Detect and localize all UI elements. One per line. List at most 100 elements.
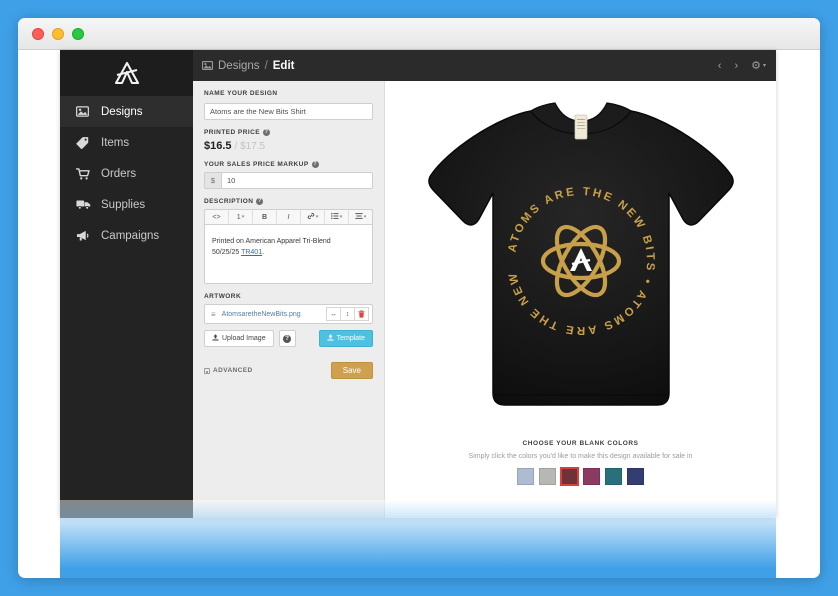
download-template-button[interactable]: Template bbox=[318, 330, 373, 347]
sidebar-item-supplies[interactable]: Supplies bbox=[60, 189, 193, 220]
description-prefix: 50/25/25 bbox=[212, 248, 242, 256]
editor-heading-button[interactable]: 1 ▾ bbox=[229, 210, 253, 224]
artwork-file-name[interactable]: AtomsaretheNewBits.png bbox=[222, 311, 327, 318]
advanced-row: ADVANCED Save bbox=[204, 362, 373, 379]
delete-icon[interactable] bbox=[354, 307, 369, 321]
markup-input[interactable] bbox=[221, 172, 373, 189]
swatch-light-blue[interactable] bbox=[517, 468, 534, 485]
content-area: NAME YOUR DESIGN PRINTED PRICE ? $16.5 /… bbox=[193, 81, 776, 518]
breadcrumb-parent[interactable]: Designs bbox=[218, 60, 260, 72]
black-tshirt-front: ATOMS ARE THE NEW BITS • ATOMS ARE THE N… bbox=[401, 93, 734, 406]
swatch-teal[interactable] bbox=[605, 468, 622, 485]
window-maximize-button[interactable] bbox=[72, 27, 84, 40]
artwork-label: ARTWORK bbox=[204, 293, 242, 300]
markup-input-group: $ bbox=[204, 172, 373, 189]
tag-icon bbox=[76, 136, 92, 150]
swatch-grey[interactable] bbox=[539, 468, 556, 485]
list-icon bbox=[330, 212, 339, 222]
fit-height-icon[interactable]: ↕ bbox=[340, 307, 355, 321]
window-titlebar bbox=[18, 18, 820, 50]
save-button[interactable]: Save bbox=[330, 362, 373, 379]
description-link[interactable]: TR401 bbox=[241, 249, 262, 256]
price-compare: / $17.5 bbox=[234, 141, 266, 152]
sidebar-item-label: Items bbox=[101, 136, 130, 149]
printed-price-label: PRINTED PRICE ? bbox=[204, 129, 271, 136]
swatch-dark-red[interactable] bbox=[560, 467, 579, 486]
design-name-input[interactable] bbox=[204, 103, 373, 120]
topbar-actions: ‹ › ⚙ ▾ bbox=[718, 59, 766, 73]
truck-icon bbox=[76, 198, 92, 212]
sidebar-item-label: Campaigns bbox=[101, 229, 160, 242]
application-body: Designs Items Orders Supplies Campaigns … bbox=[60, 50, 776, 518]
sidebar-item-orders[interactable]: Orders bbox=[60, 158, 193, 189]
question-icon: ? bbox=[283, 334, 292, 343]
sidebar-item-label: Supplies bbox=[101, 198, 146, 211]
cart-icon bbox=[76, 167, 92, 181]
editor-italic-button[interactable]: I bbox=[277, 210, 301, 224]
breadcrumb: Designs / Edit bbox=[202, 60, 295, 72]
editor-toolbar: <> 1 ▾ B I ▾ ▾ ▾ bbox=[204, 209, 373, 224]
price-current: $16.5 bbox=[204, 140, 232, 152]
editor-code-button[interactable]: <> bbox=[205, 210, 229, 224]
breadcrumb-current: Edit bbox=[272, 59, 295, 72]
currency-symbol: $ bbox=[204, 172, 221, 189]
download-icon bbox=[327, 334, 334, 343]
image-icon bbox=[202, 61, 213, 70]
chevron-down-icon: ▾ bbox=[762, 63, 766, 69]
info-icon[interactable]: ? bbox=[263, 129, 271, 136]
shirt-preview[interactable]: ATOMS ARE THE NEW BITS • ATOMS ARE THE N… bbox=[386, 85, 776, 440]
heading-icon: 1 bbox=[236, 213, 241, 221]
settings-menu-button[interactable]: ⚙ ▾ bbox=[751, 59, 766, 72]
main-region: Designs / Edit ‹ › ⚙▾ NAME YOUR DESIGN bbox=[193, 50, 776, 518]
artwork-help-button[interactable]: ? bbox=[278, 330, 296, 347]
window-minimize-button[interactable] bbox=[52, 27, 64, 40]
swatch-magenta[interactable] bbox=[583, 468, 600, 485]
description-line-2: 50/25/25 TR401. bbox=[212, 248, 365, 259]
description-field-label: DESCRIPTION ? bbox=[204, 198, 264, 205]
sidebar-item-designs[interactable]: Designs bbox=[60, 96, 193, 127]
chevron-down-icon: ▾ bbox=[315, 214, 319, 220]
info-icon[interactable]: ? bbox=[256, 198, 264, 205]
artwork-actions: ↔ ↕ bbox=[326, 307, 369, 321]
code-icon: <> bbox=[212, 213, 221, 221]
editor-link-button[interactable]: ▾ bbox=[301, 210, 325, 224]
brand-logo-icon bbox=[114, 61, 139, 85]
chevron-down-icon: ▾ bbox=[339, 214, 343, 220]
italic-icon: I bbox=[287, 213, 290, 221]
gear-icon: ⚙ bbox=[751, 60, 761, 72]
window-close-button[interactable] bbox=[32, 27, 44, 40]
editor-list-button[interactable]: ▾ bbox=[325, 210, 349, 224]
printed-price-value: $16.5 / $17.5 bbox=[204, 140, 373, 152]
chevron-down-icon: ▾ bbox=[363, 214, 367, 220]
topbar: Designs / Edit ‹ › ⚙ ▾ bbox=[193, 50, 776, 81]
markup-field-label: YOUR SALES PRICE MARKUP ? bbox=[204, 161, 319, 168]
megaphone-icon bbox=[76, 229, 92, 243]
colors-subtitle: Simply click the colors you'd like to ma… bbox=[468, 453, 693, 460]
brand-logo[interactable] bbox=[60, 50, 193, 96]
sidebar-item-label: Designs bbox=[101, 105, 143, 118]
colors-heading: CHOOSE YOUR BLANK COLORS bbox=[522, 440, 639, 447]
description-suffix: . bbox=[262, 248, 265, 256]
info-icon[interactable]: ? bbox=[311, 161, 319, 168]
expand-icon bbox=[204, 367, 210, 374]
artwork-row: ≡ AtomsaretheNewBits.png ↔ ↕ bbox=[204, 304, 373, 324]
chevron-down-icon: ▾ bbox=[241, 214, 245, 220]
fit-width-icon[interactable]: ↔ bbox=[326, 307, 341, 321]
upload-image-button[interactable]: Upload Image bbox=[204, 330, 274, 347]
upload-icon bbox=[212, 334, 219, 343]
align-icon bbox=[355, 212, 363, 222]
editor-align-button[interactable]: ▾ bbox=[349, 210, 372, 224]
drag-handle-icon[interactable]: ≡ bbox=[211, 310, 216, 319]
design-form-panel: NAME YOUR DESIGN PRINTED PRICE ? $16.5 /… bbox=[193, 81, 385, 518]
prev-design-button[interactable]: ‹ bbox=[718, 60, 722, 72]
design-preview-panel: ATOMS ARE THE NEW BITS • ATOMS ARE THE N… bbox=[385, 81, 776, 518]
sidebar-item-items[interactable]: Items bbox=[60, 127, 193, 158]
link-icon bbox=[307, 212, 315, 222]
sidebar-item-campaigns[interactable]: Campaigns bbox=[60, 220, 193, 251]
next-design-button[interactable]: › bbox=[734, 60, 738, 72]
description-editor[interactable]: Printed on American Apparel Tri-Blend 50… bbox=[204, 224, 373, 284]
swatch-navy[interactable] bbox=[627, 468, 644, 485]
sidebar-item-label: Orders bbox=[101, 167, 137, 180]
editor-bold-button[interactable]: B bbox=[253, 210, 277, 224]
advanced-toggle[interactable]: ADVANCED bbox=[204, 367, 253, 374]
